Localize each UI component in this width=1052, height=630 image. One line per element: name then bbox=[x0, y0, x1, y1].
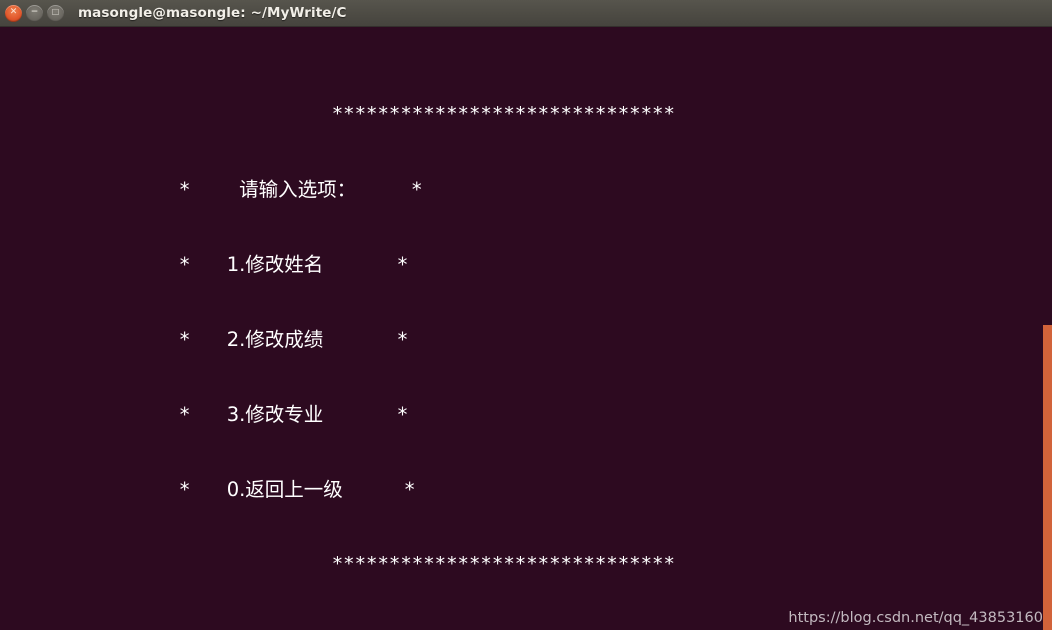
menu-border-top: ****************************** bbox=[0, 103, 675, 125]
menu-option-2: * 2.修改成绩 * bbox=[0, 328, 408, 351]
menu-option-3: * 3.修改专业 * bbox=[0, 403, 408, 426]
menu-border-bottom: ****************************** bbox=[0, 553, 675, 575]
menu-title-row: * 请输入选项： * bbox=[0, 178, 422, 201]
maximize-icon: □ bbox=[51, 7, 60, 16]
terminal-scrollbar-track[interactable] bbox=[1043, 27, 1052, 630]
terminal-body[interactable]: ****************************** * 请输入选项： … bbox=[0, 27, 1052, 630]
close-icon: ✕ bbox=[9, 7, 18, 17]
close-button[interactable]: ✕ bbox=[5, 4, 22, 22]
window-title: masongle@masongle: ~/MyWrite/C bbox=[78, 5, 347, 21]
menu-option-0: * 0.返回上一级 * bbox=[0, 478, 415, 501]
window-titlebar: ✕ − □ masongle@masongle: ~/MyWrite/C bbox=[0, 0, 1052, 27]
minimize-icon: − bbox=[30, 7, 39, 17]
terminal-window: ✕ − □ masongle@masongle: ~/MyWrite/C ***… bbox=[0, 0, 1052, 630]
watermark-url: https://blog.csdn.net/qq_43853160 bbox=[788, 610, 1043, 626]
maximize-button[interactable]: □ bbox=[47, 4, 64, 22]
minimize-button[interactable]: − bbox=[26, 4, 43, 22]
window-controls: ✕ − □ bbox=[5, 4, 64, 22]
terminal-scrollbar-thumb[interactable] bbox=[1043, 325, 1052, 630]
menu-option-1: * 1.修改姓名 * bbox=[0, 253, 408, 276]
terminal-screen: ****************************** * 请输入选项： … bbox=[0, 27, 1046, 630]
